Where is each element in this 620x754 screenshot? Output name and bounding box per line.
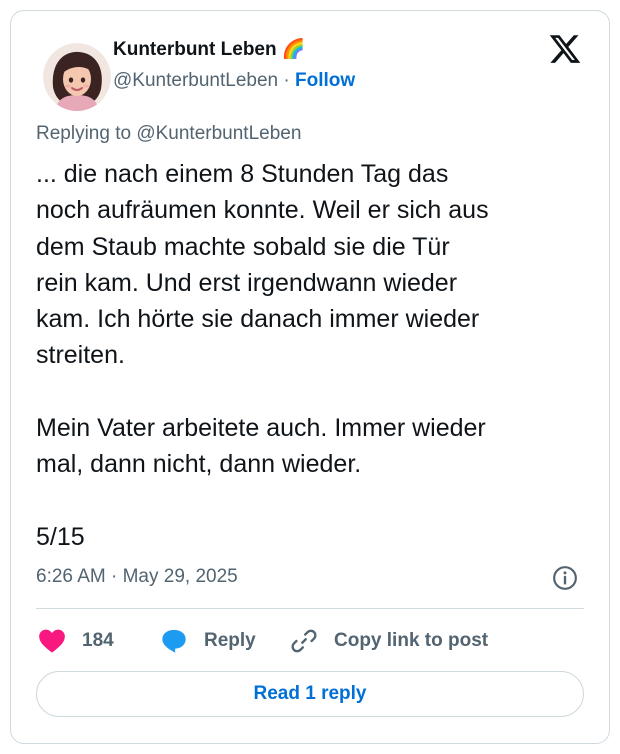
tweet-text: ... die nach einem 8 Stunden Tag das noc… bbox=[36, 160, 489, 551]
handle-separator: · bbox=[283, 70, 290, 91]
read-replies-button[interactable]: Read 1 reply bbox=[36, 671, 584, 717]
x-logo-icon[interactable] bbox=[548, 32, 582, 66]
replying-to: Replying to @KunterbuntLeben bbox=[36, 123, 302, 144]
author-name[interactable]: Kunterbunt Leben 🌈 bbox=[113, 37, 306, 61]
copy-link-label: Copy link to post bbox=[334, 630, 489, 651]
heart-icon bbox=[39, 629, 65, 653]
link-icon bbox=[291, 629, 317, 653]
avatar-illustration bbox=[43, 43, 111, 111]
like-count: 184 bbox=[82, 630, 114, 651]
divider bbox=[36, 608, 584, 609]
info-icon[interactable] bbox=[552, 565, 578, 591]
reply-label: Reply bbox=[204, 630, 256, 651]
like-button[interactable]: 184 bbox=[38, 626, 114, 656]
reply-button[interactable]: Reply bbox=[160, 626, 256, 656]
avatar[interactable] bbox=[43, 43, 111, 111]
timestamp[interactable]: 6:26 AM · May 29, 2025 bbox=[36, 566, 238, 588]
follow-button[interactable]: Follow bbox=[295, 70, 355, 91]
speech-bubble-icon bbox=[162, 629, 186, 653]
handle-row: @KunterbuntLeben · Follow bbox=[113, 70, 355, 92]
copy-link-button[interactable]: Copy link to post bbox=[290, 626, 488, 656]
author-handle[interactable]: @KunterbuntLeben bbox=[113, 70, 278, 91]
